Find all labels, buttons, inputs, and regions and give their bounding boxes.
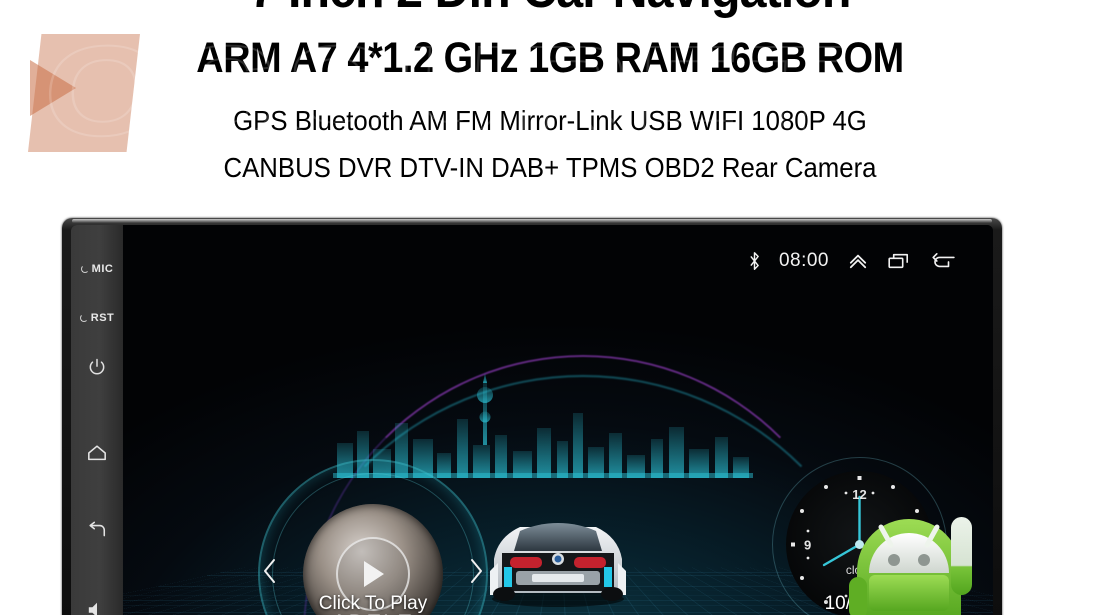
page-title: 7 Inch 2 Din Car Navigation — [39, 0, 1062, 18]
feature-line-2: CANBUS DVR DTV-IN DAB+ TPMS OBD2 Rear Ca… — [223, 152, 877, 183]
volume-icon[interactable] — [71, 600, 123, 615]
power-icon[interactable] — [71, 357, 123, 382]
clock-number-12: 12 — [852, 487, 867, 502]
chevron-double-up-icon[interactable] — [847, 252, 869, 270]
status-bar: 08:00 — [748, 249, 957, 273]
reset-label-group[interactable]: RST — [71, 312, 123, 324]
hardware-key-column: MIC RST — [71, 225, 123, 615]
back-arrow-icon[interactable] — [71, 521, 123, 546]
bezel-top-highlight — [72, 219, 992, 223]
promo-header: 7 Inch 2 Din Car Navigation ARM A7 4*1.2… — [0, 0, 1100, 205]
reset-label: RST — [90, 312, 115, 324]
reset-indicator-icon — [79, 314, 88, 322]
mic-indicator-icon — [80, 265, 89, 273]
music-widget[interactable]: ADELE — [258, 459, 488, 615]
recent-apps-icon[interactable] — [887, 252, 913, 270]
bluetooth-icon[interactable] — [748, 251, 761, 271]
spec-line: ARM A7 4*1.2 GHz 1GB RAM 16GB ROM — [196, 34, 904, 82]
device-inner-frame: MIC RST 08:00 Click To Play 10/15 12 9 — [71, 225, 993, 615]
clock-number-9: 9 — [804, 537, 812, 552]
click-to-play-label[interactable]: Click To Play — [243, 593, 503, 615]
status-back-icon[interactable] — [931, 252, 957, 270]
chevron-right-icon[interactable] — [468, 557, 484, 591]
mic-label: MIC — [91, 263, 114, 275]
feature-line-1: GPS Bluetooth AM FM Mirror-Link USB WIFI… — [233, 105, 867, 136]
product-promo-page: 7 Inch 2 Din Car Navigation ARM A7 4*1.2… — [0, 0, 1100, 615]
car-head-unit-device: MIC RST 08:00 Click To Play 10/15 12 9 — [62, 218, 1002, 615]
home-icon[interactable] — [71, 443, 123, 468]
chevron-left-icon[interactable] — [262, 557, 278, 591]
mic-label-group: MIC — [71, 263, 123, 275]
android-screen[interactable]: 08:00 Click To Play 10/15 12 9 — [123, 225, 993, 615]
android-robot-icon — [849, 511, 987, 615]
status-time: 08:00 — [778, 250, 829, 271]
